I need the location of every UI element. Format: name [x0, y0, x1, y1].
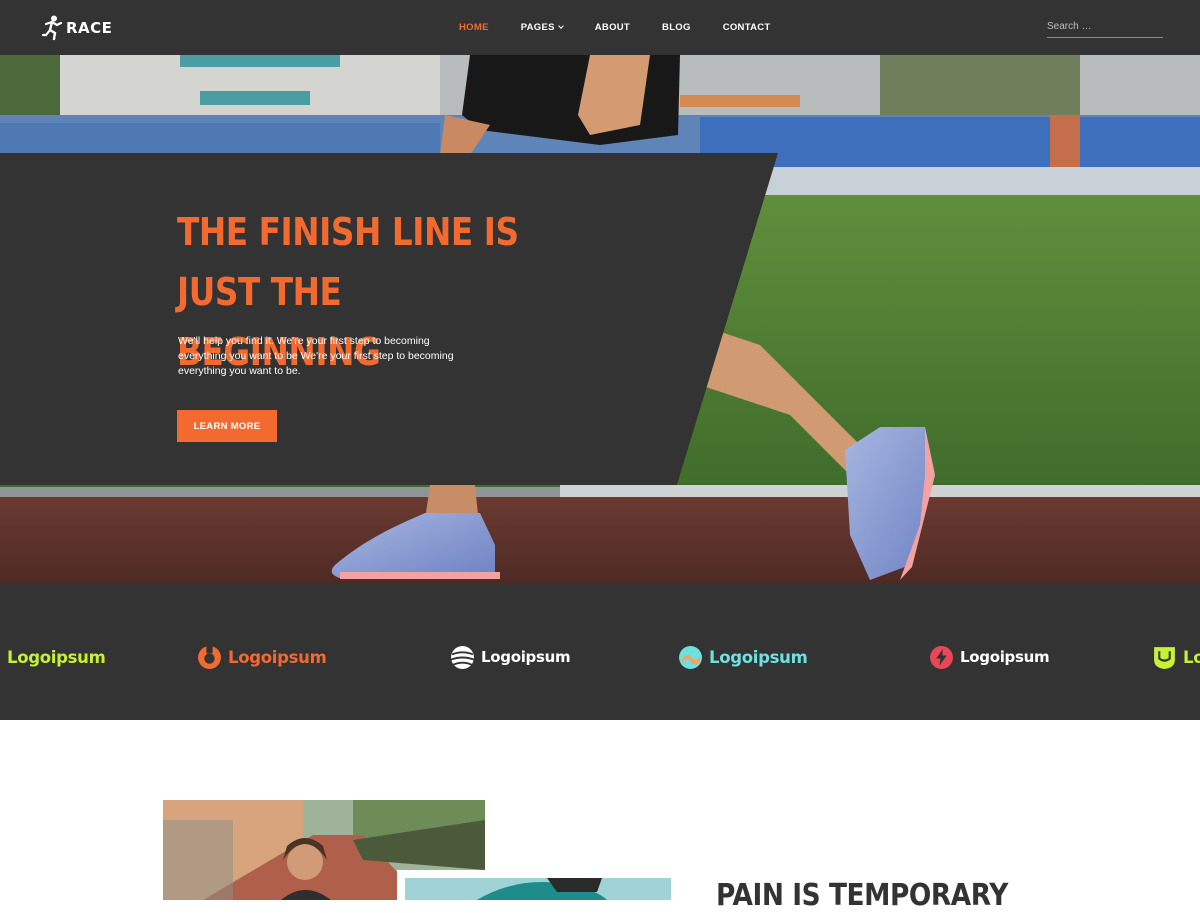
nav-about[interactable]: ABOUT	[595, 22, 630, 33]
nav-blog[interactable]: BLOG	[662, 22, 691, 33]
nav-contact[interactable]: CONTACT	[723, 22, 771, 33]
bolt-logo-icon	[930, 645, 953, 669]
section-title: PAIN IS TEMPORARY	[716, 878, 1008, 913]
hero-section: THE FINISH LINE IS JUST THE BEGINNING We…	[0, 55, 1200, 584]
partner-logo-1[interactable]: Logoipsum	[0, 642, 106, 672]
shield-logo-icon	[1154, 646, 1175, 669]
main-menu: HOME PAGES ABOUT BLOG CONTACT	[459, 0, 771, 55]
partner-logo-2[interactable]: Logoipsum	[197, 642, 327, 672]
striped-circle-logo-icon	[450, 645, 475, 669]
partner-logo-2-text: Logoipsum	[228, 647, 327, 667]
gradient-circle-logo-icon	[679, 645, 702, 669]
partner-logo-5-text: Logoipsum	[960, 648, 1050, 666]
nav-pages[interactable]: PAGES	[520, 22, 564, 33]
partner-logo-4-text: Logoipsum	[709, 647, 808, 667]
nav-home[interactable]: HOME	[459, 22, 489, 33]
runner-icon	[42, 15, 63, 41]
partner-logo-4[interactable]: Logoipsum	[678, 642, 808, 672]
runner-photo-secondary-art	[405, 878, 671, 900]
top-navbar: RACE HOME PAGES ABOUT BLOG CONTACT	[0, 0, 1200, 55]
partner-logo-1-text: Logoipsum	[7, 647, 106, 667]
learn-more-button[interactable]: LEARN MORE	[177, 410, 277, 442]
hero-description: We'll help you find it. We're your first…	[178, 335, 454, 377]
partner-logo-6-text: Lo	[1183, 647, 1200, 667]
lime-logo-icon	[0, 645, 1, 670]
nav-pages-label: PAGES	[520, 22, 555, 33]
partner-logo-5[interactable]: Logoipsum	[929, 642, 1050, 672]
brand-name: RACE	[66, 19, 113, 37]
partner-logo-3-text: Logoipsum	[481, 648, 571, 666]
search-input[interactable]	[1047, 17, 1163, 38]
site-logo[interactable]: RACE	[42, 14, 112, 42]
chevron-down-icon	[557, 23, 564, 29]
partner-logo-6[interactable]: Lo	[1152, 642, 1200, 672]
partner-logos-band: Logoipsum Logoipsum Logoipsum Logoipsum …	[0, 584, 1200, 720]
ring-logo-icon	[198, 644, 221, 669]
partner-logo-3[interactable]: Logoipsum	[450, 642, 571, 672]
runner-photo-secondary	[397, 870, 671, 900]
